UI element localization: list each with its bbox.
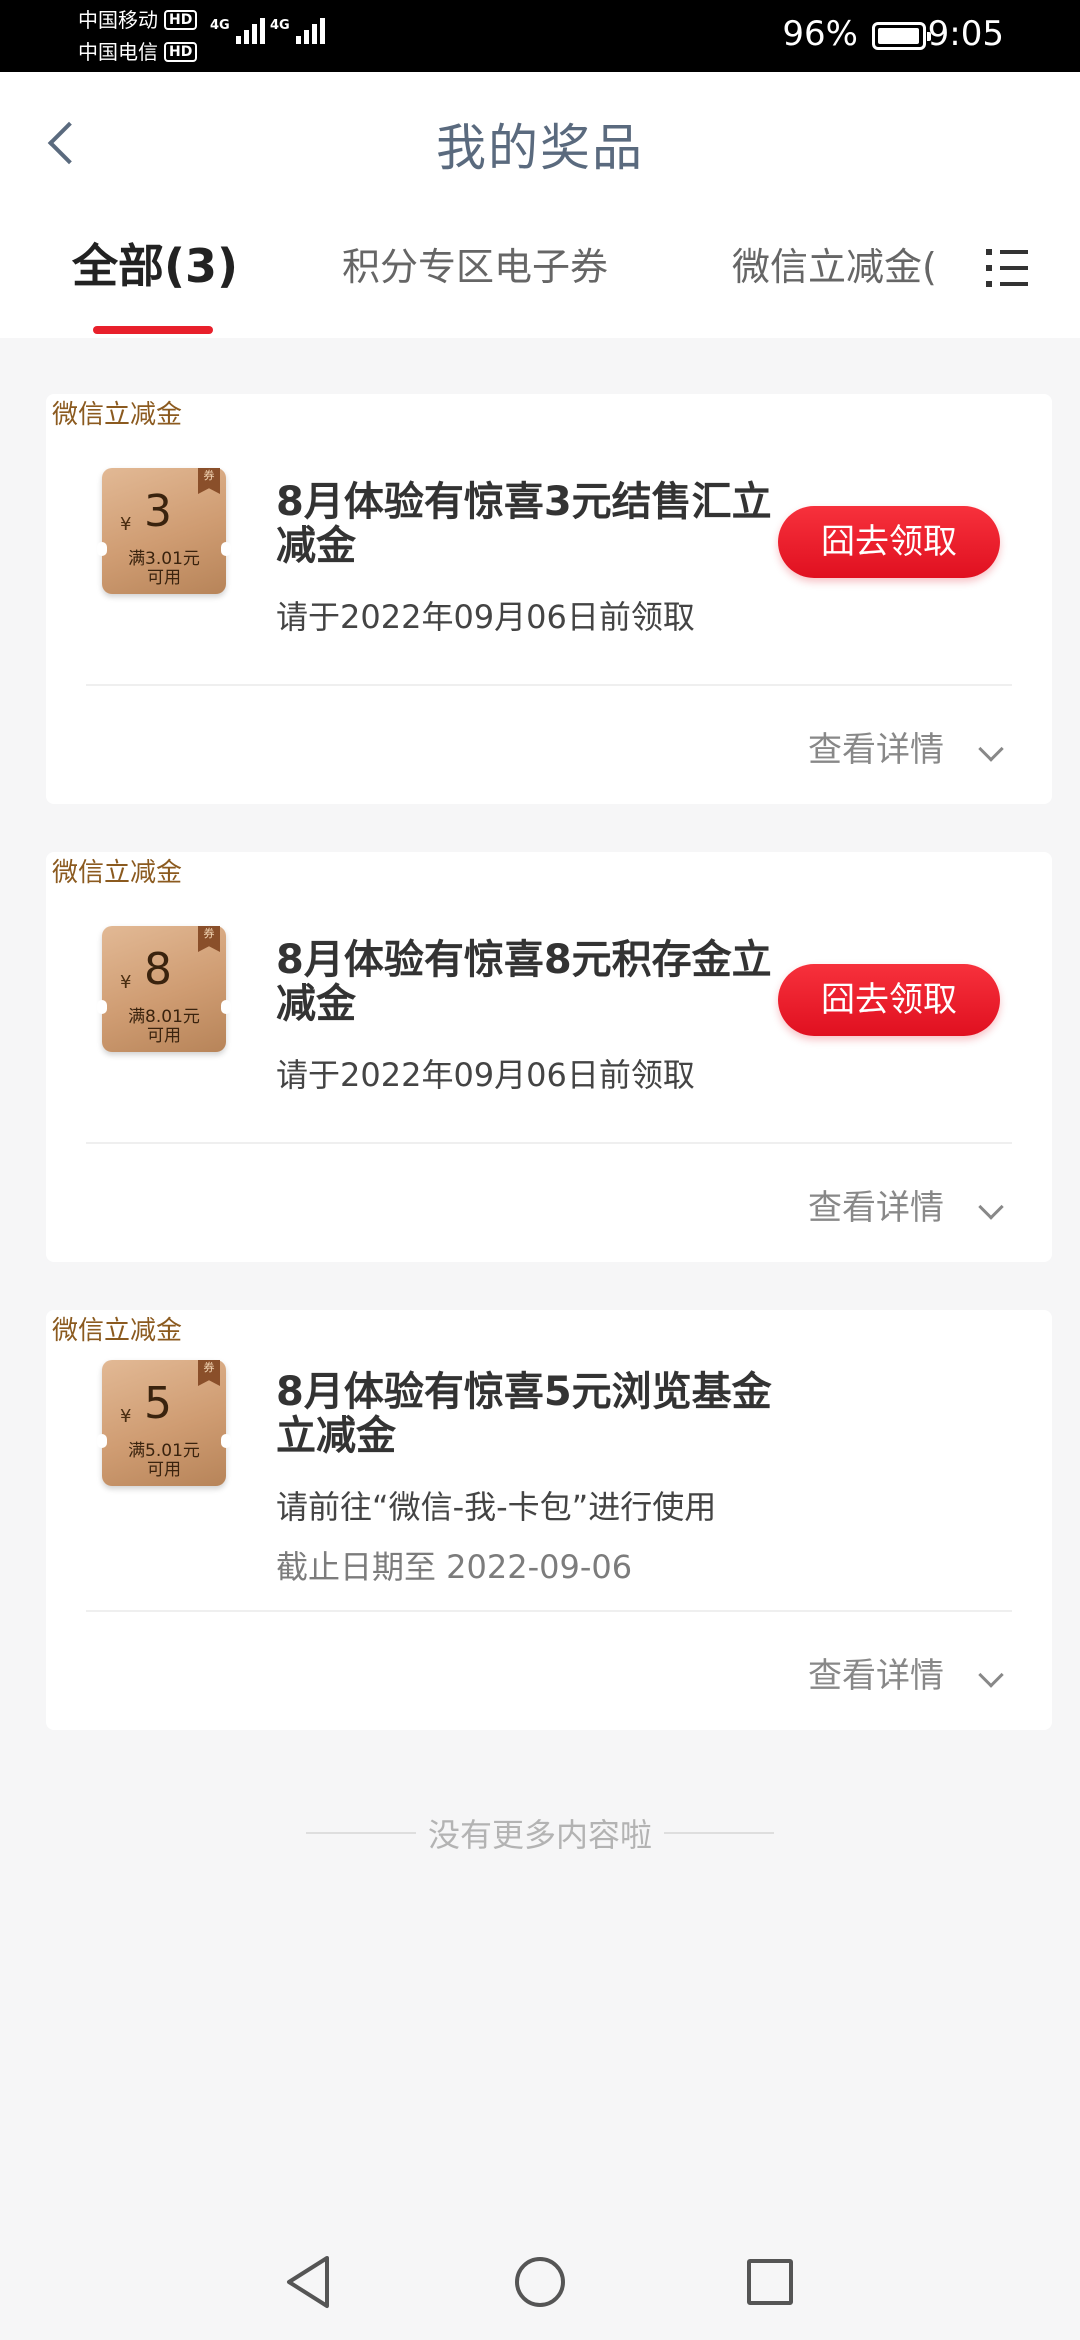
chevron-down-icon[interactable] <box>978 1194 1004 1220</box>
claim-button[interactable]: 囧去领取 <box>778 964 1000 1036</box>
prize-description: 请于2022年09月06日前领取 <box>276 1056 695 1094</box>
divider <box>86 1142 1012 1144</box>
divider <box>86 1610 1012 1612</box>
no-more-content-text: 没有更多内容啦 <box>427 1816 652 1854</box>
coupon-ribbon: 券 <box>198 468 220 494</box>
divider <box>86 684 1012 686</box>
coupon-condition: 满3.01元 可用 <box>128 549 200 588</box>
coupon-ribbon: 券 <box>198 926 220 952</box>
prize-description: 请前往“微信-我-卡包”进行使用 <box>276 1488 717 1526</box>
prize-type-tag: 微信立减金 <box>52 858 183 888</box>
carrier-1: 中国移动 HD <box>78 8 198 32</box>
signal-icon: 4G <box>270 18 325 44</box>
coupon-value: 8 <box>144 944 172 995</box>
chevron-down-icon[interactable] <box>978 1662 1004 1688</box>
prize-card: 微信立减金 券 ¥ 5 满5.01元 可用 8月体验有惊喜5元浏览基金立减金 请… <box>46 1310 1052 1730</box>
coupon-condition: 满8.01元 可用 <box>128 1007 200 1046</box>
coupon-icon: 券 ¥ 5 满5.01元 可用 <box>97 1360 231 1486</box>
tab-indicator <box>93 326 213 334</box>
nav-home-icon[interactable] <box>515 2257 565 2307</box>
prize-card: 微信立减金 券 ¥ 3 满3.01元 可用 8月体验有惊喜3元结售汇立减金 请于… <box>46 394 1052 804</box>
coupon-value: 3 <box>144 486 172 537</box>
nav-recent-apps-icon[interactable] <box>747 2259 793 2305</box>
hd-badge: HD <box>164 10 198 30</box>
tab-points-coupons[interactable]: 积分专区电子券 <box>342 236 608 291</box>
prize-type-tag: 微信立减金 <box>52 1316 183 1346</box>
battery-percent: 96% <box>782 14 858 54</box>
coupon-ribbon: 券 <box>198 1360 220 1386</box>
view-details-link[interactable]: 查看详情 <box>808 1180 944 1229</box>
coupon-condition: 满5.01元 可用 <box>128 1441 200 1480</box>
clock: 9:05 <box>927 14 1004 54</box>
prize-title: 8月体验有惊喜5元浏览基金立减金 <box>276 1369 772 1459</box>
prize-card: 微信立减金 券 ¥ 8 满8.01元 可用 8月体验有惊喜8元积存金立减金 请于… <box>46 852 1052 1262</box>
claim-button[interactable]: 囧去领取 <box>778 506 1000 578</box>
signal-icon: 4G <box>210 18 265 44</box>
carrier-2: 中国电信 HD <box>78 40 198 64</box>
prize-title: 8月体验有惊喜3元结售汇立减金 <box>276 479 772 569</box>
coupon-icon: 券 ¥ 8 满8.01元 可用 <box>97 926 231 1052</box>
view-details-link[interactable]: 查看详情 <box>808 722 944 771</box>
header: 我的奖品 全部(3) 积分专区电子券 微信立减金( <box>0 72 1080 338</box>
prize-description: 请于2022年09月06日前领取 <box>276 598 695 636</box>
coupon-icon: 券 ¥ 3 满3.01元 可用 <box>97 468 231 594</box>
list-menu-icon[interactable] <box>986 248 1028 288</box>
page-title: 我的奖品 <box>436 119 644 177</box>
status-bar: 中国移动 HD 中国电信 HD 4G 4G 96% 9:05 <box>0 0 1080 72</box>
view-details-link[interactable]: 查看详情 <box>808 1648 944 1697</box>
divider-right <box>664 1832 774 1834</box>
nav-back-icon[interactable] <box>283 2254 333 2310</box>
prize-type-tag: 微信立减金 <box>52 400 183 430</box>
chevron-down-icon[interactable] <box>978 736 1004 762</box>
prize-title: 8月体验有惊喜8元积存金立减金 <box>276 937 772 1027</box>
battery-icon <box>872 22 931 50</box>
tab-all[interactable]: 全部(3) <box>72 230 238 296</box>
coupon-value: 5 <box>144 1378 172 1429</box>
prize-expiry: 截止日期至 2022-09-06 <box>276 1548 633 1586</box>
tab-wechat-discount[interactable]: 微信立减金( <box>732 236 937 291</box>
hd-badge: HD <box>164 42 198 62</box>
